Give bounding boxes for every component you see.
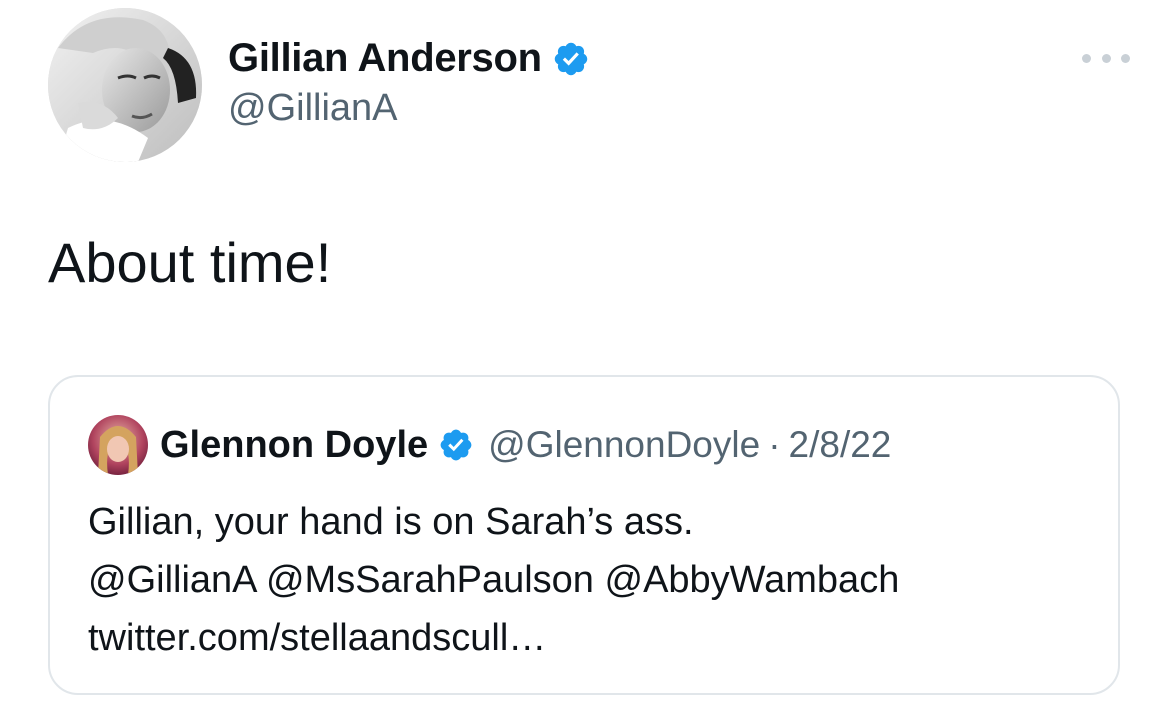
quoted-tweet-line: Gillian, your hand is on Sarah’s ass. — [88, 501, 694, 543]
quoted-tweet-text: Gillian, your hand is on Sarah’s ass. @G… — [88, 493, 899, 667]
meta-separator: · — [768, 424, 781, 465]
quoted-tweet-card[interactable]: Glennon Doyle @GlennonDoyle · 2/8/22 Gil… — [48, 375, 1120, 695]
author-avatar[interactable] — [48, 8, 202, 162]
tweet-text: About time! — [48, 231, 332, 294]
author-handle[interactable]: @GillianA — [228, 87, 590, 130]
more-options-icon[interactable] — [1082, 48, 1130, 68]
quoted-tweet-header: Glennon Doyle @GlennonDoyle · 2/8/22 — [88, 415, 891, 475]
tweet: Gillian Anderson @GillianA About time! G… — [0, 0, 1170, 717]
quoted-author-avatar[interactable] — [88, 415, 148, 475]
quoted-tweet-link[interactable]: twitter.com/stellaandscull… — [88, 609, 899, 667]
verified-badge-icon — [438, 427, 474, 463]
quoted-tweet-mentions[interactable]: @GillianA @MsSarahPaulson @AbbyWambach — [88, 551, 899, 609]
verified-badge-icon — [552, 40, 590, 78]
more-dot — [1082, 53, 1091, 63]
quoted-author-handle[interactable]: @GlennonDoyle — [488, 424, 760, 466]
quoted-tweet-date[interactable]: 2/8/22 — [789, 424, 892, 466]
more-dot — [1101, 53, 1111, 63]
author-name-row: Gillian Anderson — [228, 36, 590, 81]
author-display-name[interactable]: Gillian Anderson — [228, 36, 542, 81]
more-dot — [1121, 53, 1130, 63]
author-names: Gillian Anderson @GillianA — [228, 36, 590, 130]
quoted-author-display-name[interactable]: Glennon Doyle — [160, 424, 428, 467]
tweet-header: Gillian Anderson @GillianA — [48, 8, 1130, 164]
